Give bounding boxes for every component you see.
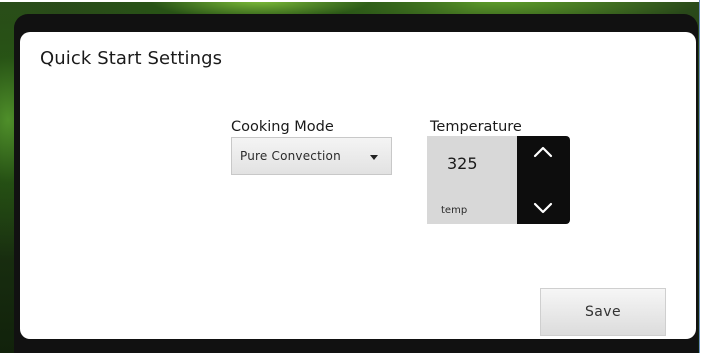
temperature-stepper: [517, 136, 570, 224]
save-button[interactable]: Save: [540, 288, 666, 336]
cooking-mode-dropdown[interactable]: Pure Convection: [231, 137, 392, 175]
cooking-mode-label: Cooking Mode: [231, 119, 334, 135]
chevron-down-icon: [370, 155, 378, 160]
temperature-decrease-button[interactable]: [517, 180, 570, 224]
window-top-edge: [0, 0, 709, 2]
dialog-title: Quick Start Settings: [40, 48, 223, 69]
temperature-display: 325 temp: [427, 136, 517, 224]
temperature-increase-button[interactable]: [517, 136, 570, 180]
chevron-up-icon: [533, 146, 553, 158]
window-right-edge: [699, 0, 709, 353]
save-button-label: Save: [585, 304, 621, 320]
screen: Quick Start Settings Cooking Mode Pure C…: [0, 0, 709, 353]
cooking-mode-selected-value: Pure Convection: [240, 149, 341, 163]
temperature-label: Temperature: [430, 119, 522, 135]
temperature-unit-label: temp: [441, 205, 468, 216]
quick-start-settings-dialog: Quick Start Settings Cooking Mode Pure C…: [20, 32, 696, 339]
temperature-value: 325: [447, 154, 478, 173]
chevron-down-icon: [533, 202, 553, 214]
